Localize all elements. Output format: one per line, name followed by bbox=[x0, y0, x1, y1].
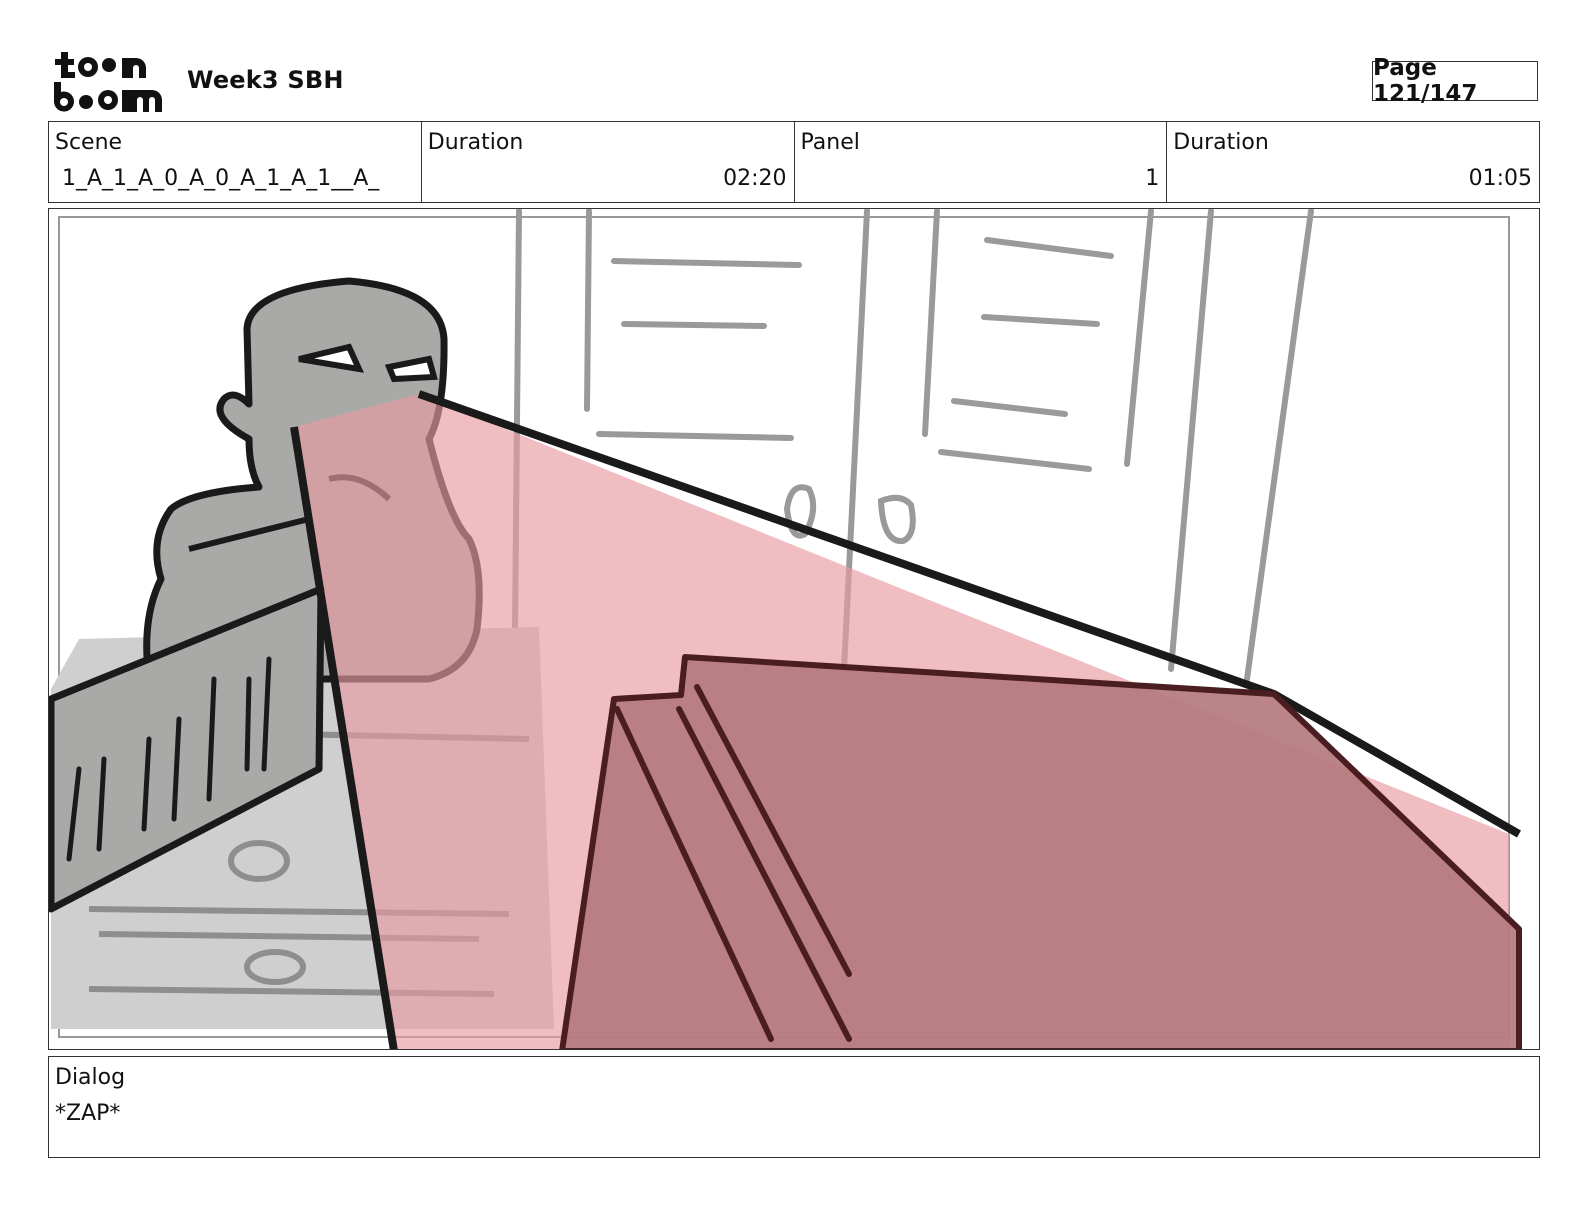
panel-duration-cell: Duration 01:05 bbox=[1167, 122, 1539, 202]
panel-drawing bbox=[49, 209, 1522, 1049]
dialog-box: Dialog *ZAP* bbox=[48, 1056, 1540, 1158]
foreground-object bbox=[559, 654, 1522, 1049]
scene-label: Scene bbox=[55, 130, 123, 155]
panel-cell: Panel 1 bbox=[795, 122, 1168, 202]
scene-value: 1_A_1_A_0_A_0_A_1_A_1__A_ bbox=[62, 166, 380, 191]
panel-label: Panel bbox=[800, 130, 860, 155]
storyboard-panel bbox=[48, 208, 1540, 1050]
toon-boom-logo bbox=[52, 50, 164, 112]
panel-info-table: Scene 1_A_1_A_0_A_0_A_1_A_1__A_ Duration… bbox=[48, 121, 1540, 203]
scene-duration-cell: Duration 02:20 bbox=[422, 122, 795, 202]
panel-duration-label: Duration bbox=[1173, 130, 1269, 155]
scene-duration-label: Duration bbox=[427, 130, 524, 155]
project-title: Week3 SBH bbox=[187, 66, 344, 94]
page-indicator: Page 121/147 bbox=[1372, 55, 1538, 107]
dialog-text: *ZAP* bbox=[55, 1101, 121, 1126]
panel-duration-value: 01:05 bbox=[1468, 166, 1532, 191]
dialog-label: Dialog bbox=[55, 1065, 126, 1090]
scene-cell: Scene 1_A_1_A_0_A_0_A_1_A_1__A_ bbox=[49, 122, 422, 202]
scene-duration-value: 02:20 bbox=[723, 166, 787, 191]
panel-value: 1 bbox=[1145, 166, 1160, 191]
